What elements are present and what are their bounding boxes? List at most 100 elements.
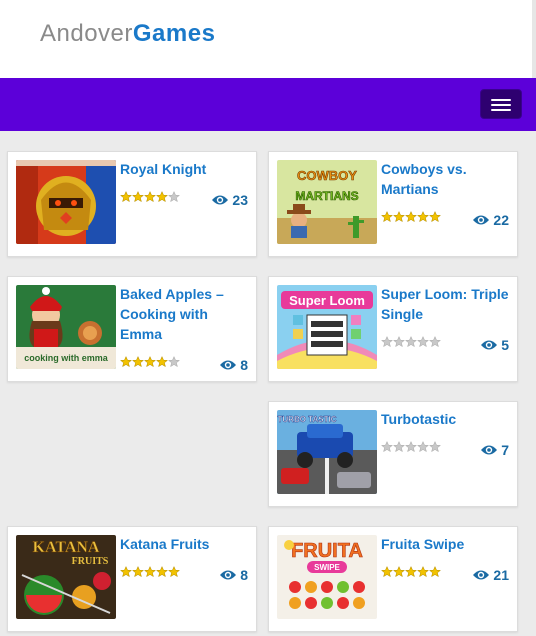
star-empty-icon[interactable] <box>168 356 180 368</box>
eye-icon <box>220 570 237 580</box>
star-filled-icon[interactable] <box>120 356 132 368</box>
star-empty-icon[interactable] <box>168 191 180 203</box>
star-empty-icon[interactable] <box>405 336 417 348</box>
game-title-link[interactable]: Cowboys vs. Martians <box>381 159 513 199</box>
view-count: 23 <box>212 192 248 208</box>
star-filled-icon[interactable] <box>132 566 144 578</box>
view-count-value: 21 <box>493 567 509 583</box>
game-title-link[interactable]: Katana Fruits <box>120 534 252 554</box>
thumb-text: FRUITA <box>291 540 363 562</box>
game-title-link[interactable]: Royal Knight <box>120 159 252 179</box>
game-thumbnail[interactable] <box>16 160 116 244</box>
star-filled-icon[interactable] <box>144 356 156 368</box>
star-filled-icon[interactable] <box>168 566 180 578</box>
eye-icon <box>481 340 498 350</box>
star-filled-icon[interactable] <box>417 211 429 223</box>
game-title-link[interactable]: Turbotastic <box>381 409 513 429</box>
game-thumbnail[interactable]: KATANA FRUITS <box>16 535 116 619</box>
star-filled-icon[interactable] <box>120 566 132 578</box>
star-filled-icon[interactable] <box>381 211 393 223</box>
view-count-value: 22 <box>493 212 509 228</box>
game-card: TURBO TASTIC Turbotastic 7 <box>268 401 518 507</box>
star-filled-icon[interactable] <box>156 566 168 578</box>
star-filled-icon[interactable] <box>393 566 405 578</box>
eye-icon <box>473 570 490 580</box>
star-filled-icon[interactable] <box>156 191 168 203</box>
game-thumbnail[interactable]: FRUITA SWIPE <box>277 535 377 619</box>
view-count: 21 <box>473 567 509 583</box>
star-filled-icon[interactable] <box>417 566 429 578</box>
view-count: 22 <box>473 212 509 228</box>
star-rating[interactable] <box>381 211 441 223</box>
star-empty-icon[interactable] <box>393 441 405 453</box>
star-filled-icon[interactable] <box>429 566 441 578</box>
star-empty-icon[interactable] <box>417 441 429 453</box>
nav-bar <box>0 78 536 131</box>
star-filled-icon[interactable] <box>132 356 144 368</box>
star-rating[interactable] <box>381 566 441 578</box>
eye-icon <box>473 215 490 225</box>
view-count-value: 7 <box>501 442 509 458</box>
eye-icon <box>220 360 237 370</box>
game-title-link[interactable]: Baked Apples – Cooking with Emma <box>120 284 252 344</box>
game-card: Royal Knight 23 <box>7 151 257 257</box>
view-count-value: 8 <box>240 567 248 583</box>
star-filled-icon[interactable] <box>381 566 393 578</box>
hamburger-icon <box>491 99 511 101</box>
thumb-text: Super Loom <box>289 293 365 308</box>
game-thumbnail[interactable]: COWBOY MARTIANS <box>277 160 377 244</box>
thumb-text: KATANA <box>33 539 100 556</box>
view-count: 7 <box>481 442 509 458</box>
star-filled-icon[interactable] <box>156 356 168 368</box>
star-rating[interactable] <box>120 566 180 578</box>
eye-icon <box>212 195 229 205</box>
star-rating[interactable] <box>381 336 441 348</box>
star-rating[interactable] <box>120 191 180 203</box>
view-count-value: 8 <box>240 357 248 373</box>
star-filled-icon[interactable] <box>144 566 156 578</box>
view-count: 8 <box>220 357 248 373</box>
site-header: AndoverGames <box>0 0 536 78</box>
thumb-text: SWIPE <box>314 563 340 572</box>
game-thumbnail[interactable]: Super Loom <box>277 285 377 369</box>
thumb-text: cooking with emma <box>24 353 109 363</box>
star-filled-icon[interactable] <box>120 191 132 203</box>
thumb-text: TURBO TASTIC <box>278 415 337 424</box>
star-empty-icon[interactable] <box>405 441 417 453</box>
thumb-text: FRUITS <box>72 556 109 567</box>
star-empty-icon[interactable] <box>429 441 441 453</box>
star-empty-icon[interactable] <box>393 336 405 348</box>
star-empty-icon[interactable] <box>381 441 393 453</box>
star-empty-icon[interactable] <box>429 336 441 348</box>
view-count: 8 <box>220 567 248 583</box>
star-empty-icon[interactable] <box>381 336 393 348</box>
site-logo[interactable]: AndoverGames <box>40 20 215 48</box>
game-card: cooking with emma Baked Apples – Cooking… <box>7 276 257 382</box>
star-rating[interactable] <box>381 441 441 453</box>
star-rating[interactable] <box>120 356 180 368</box>
game-card: Super Loom Super Loom: Triple Single 5 <box>268 276 518 382</box>
logo-text-games: Games <box>132 20 216 47</box>
game-card: COWBOY MARTIANS Cowboys vs. Martians 22 <box>268 151 518 257</box>
view-count-value: 5 <box>501 337 509 353</box>
thumb-text: COWBOY <box>297 168 357 183</box>
star-filled-icon[interactable] <box>132 191 144 203</box>
view-count-value: 23 <box>232 192 248 208</box>
star-filled-icon[interactable] <box>393 211 405 223</box>
game-title-link[interactable]: Fruita Swipe <box>381 534 513 554</box>
game-thumbnail[interactable]: TURBO TASTIC <box>277 410 377 494</box>
eye-icon <box>481 445 498 455</box>
game-thumbnail[interactable]: cooking with emma <box>16 285 116 369</box>
logo-text-andover: Andover <box>40 20 133 47</box>
star-filled-icon[interactable] <box>429 211 441 223</box>
menu-toggle-button[interactable] <box>480 89 522 119</box>
view-count: 5 <box>481 337 509 353</box>
star-empty-icon[interactable] <box>417 336 429 348</box>
game-card: FRUITA SWIPE Fruita Swipe 21 <box>268 526 518 632</box>
star-filled-icon[interactable] <box>405 566 417 578</box>
star-filled-icon[interactable] <box>144 191 156 203</box>
game-title-link[interactable]: Super Loom: Triple Single <box>381 284 513 324</box>
thumb-text: MARTIANS <box>295 189 358 203</box>
game-card: KATANA FRUITS Katana Fruits 8 <box>7 526 257 632</box>
star-filled-icon[interactable] <box>405 211 417 223</box>
